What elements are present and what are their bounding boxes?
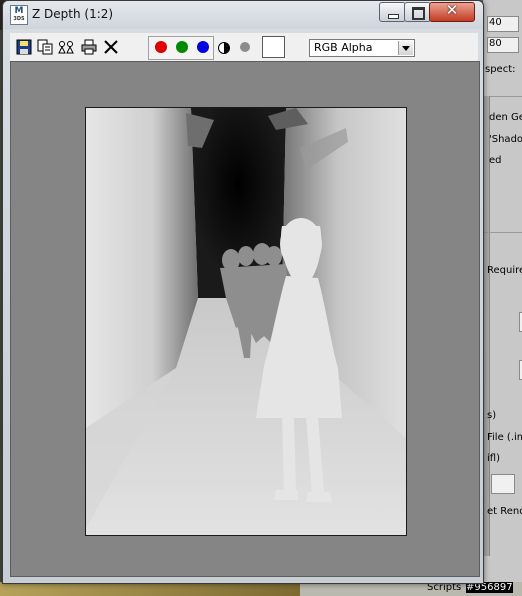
red-channel-button[interactable] [155,41,167,53]
bg-timeline [0,582,300,596]
close-icon: ✕ [445,1,459,19]
background-render-setup-panel: 40 80 spect: den Gec 'Shadow ed Required… [483,0,522,596]
bg-frag-80: 80 [489,38,502,49]
depth-render-image [85,107,407,536]
copy-icon[interactable] [37,39,53,55]
frame-buffer-toolbar: RGB Alpha [10,33,478,61]
bg-frag-ifl: ifl) [487,453,500,464]
app-icon[interactable]: M 3DS [10,5,28,25]
channel-select-value: RGB Alpha [314,41,373,54]
chevron-down-icon[interactable] [398,41,413,55]
app-icon-letter: M [14,6,24,16]
render-viewport [10,61,480,577]
clear-icon[interactable] [103,39,119,55]
bg-frag-required: Required [487,265,522,276]
close-button[interactable]: ✕ [429,1,475,22]
frame-buffer-window: M 3DS Z Depth (1:2) ✕ RGB Alpha [2,0,484,584]
bg-frag-hidden-geo: den Gec [489,112,522,123]
channel-toggle-group [148,36,214,60]
clone-window-icon[interactable] [58,39,74,55]
title-bar[interactable]: M 3DS Z Depth (1:2) ✕ [3,1,483,29]
bg-frag-render: et Rend [487,506,522,517]
window-title: Z Depth (1:2) [32,7,114,21]
monochrome-icon[interactable] [218,42,230,54]
maximize-button[interactable] [404,2,431,22]
app-icon-caption: 3DS [13,16,25,22]
bg-frag-ed: ed [489,155,502,166]
green-channel-button[interactable] [176,41,188,53]
save-icon[interactable] [16,39,32,55]
channel-display-select[interactable]: RGB Alpha [309,39,415,57]
bg-frag-file: File (.im [487,432,522,443]
color-swatch[interactable] [262,36,285,58]
minimize-button[interactable] [379,2,406,22]
alpha-channel-icon[interactable] [240,42,250,52]
background-status-strip: Scripts #956897 [0,582,522,596]
blue-channel-button[interactable] [197,41,209,53]
minimize-icon [388,14,399,19]
bg-frag-s: s) [487,410,497,421]
print-icon[interactable] [81,39,97,55]
bg-separator-2 [483,232,522,233]
bg-frag-shadow: 'Shadow [489,134,522,145]
bg-frag-40: 40 [489,17,502,28]
bg-field-c [491,474,515,494]
maximize-icon [412,7,425,20]
bg-frag-aspect: spect: [485,64,516,75]
